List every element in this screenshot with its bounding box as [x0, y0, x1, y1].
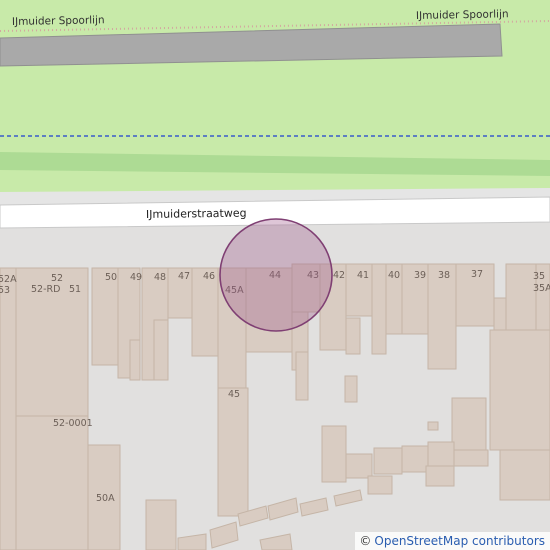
railway-label-left: IJmuider Spoorlijn [12, 14, 105, 28]
osm-contributors-link[interactable]: OpenStreetMap contributors [374, 534, 545, 548]
building-shed-7[interactable] [453, 449, 489, 467]
building-52-0001[interactable] [15, 415, 89, 550]
building-shed-13[interactable] [499, 449, 550, 501]
building-left-edge[interactable] [0, 267, 17, 550]
building-shed-4[interactable] [373, 447, 403, 475]
building-48-rear[interactable] [153, 319, 169, 381]
house-number: 39 [414, 270, 426, 281]
house-number: 53 [0, 285, 10, 296]
house-number: 50A [96, 493, 115, 504]
attribution: © OpenStreetMap contributors [355, 532, 550, 550]
building-49-rear[interactable] [129, 339, 141, 381]
house-number: 35A [533, 283, 550, 294]
house-number: 35 [533, 271, 545, 282]
house-number: 46 [203, 271, 215, 282]
building-42-rear[interactable] [345, 317, 361, 355]
house-number: 52-0001 [53, 418, 93, 429]
house-number: 52A [0, 274, 17, 285]
building-shed-2[interactable] [427, 421, 439, 431]
building-shed-11[interactable] [425, 465, 455, 487]
building-shed-3[interactable] [451, 397, 487, 457]
location-marker[interactable] [219, 218, 333, 332]
building-41-rear[interactable] [371, 263, 387, 355]
building-shed-1[interactable] [344, 375, 358, 403]
copyright-symbol: © [359, 534, 372, 548]
house-number: 52-RD [31, 284, 60, 295]
house-number: 42 [333, 270, 345, 281]
house-number: 37 [471, 269, 483, 280]
building-44-rear-2[interactable] [295, 351, 309, 401]
house-number: 47 [178, 271, 190, 282]
house-number: 40 [388, 270, 400, 281]
building-shed-9[interactable] [345, 453, 373, 479]
building-shed-5[interactable] [401, 445, 429, 473]
house-number: 51 [69, 284, 81, 295]
building-shed-8[interactable] [321, 425, 347, 483]
house-number: 48 [154, 272, 166, 283]
building-right-block[interactable] [489, 329, 550, 451]
building-shed-10[interactable] [367, 475, 393, 495]
building-shed-6[interactable] [427, 441, 455, 467]
house-number: 41 [357, 270, 369, 281]
street-label: IJmuiderstraatweg [146, 207, 247, 221]
house-number: 45 [228, 389, 240, 400]
building-45[interactable] [217, 387, 249, 517]
railway-label-right: IJmuider Spoorlijn [416, 8, 509, 22]
house-number: 38 [438, 270, 450, 281]
house-number: 52 [51, 273, 63, 284]
building-shed-12[interactable] [145, 499, 177, 550]
map-canvas[interactable]: IJmuider Spoorlijn IJmuider Spoorlijn IJ… [0, 0, 550, 550]
house-number: 50 [105, 272, 117, 283]
house-number: 49 [130, 272, 142, 283]
